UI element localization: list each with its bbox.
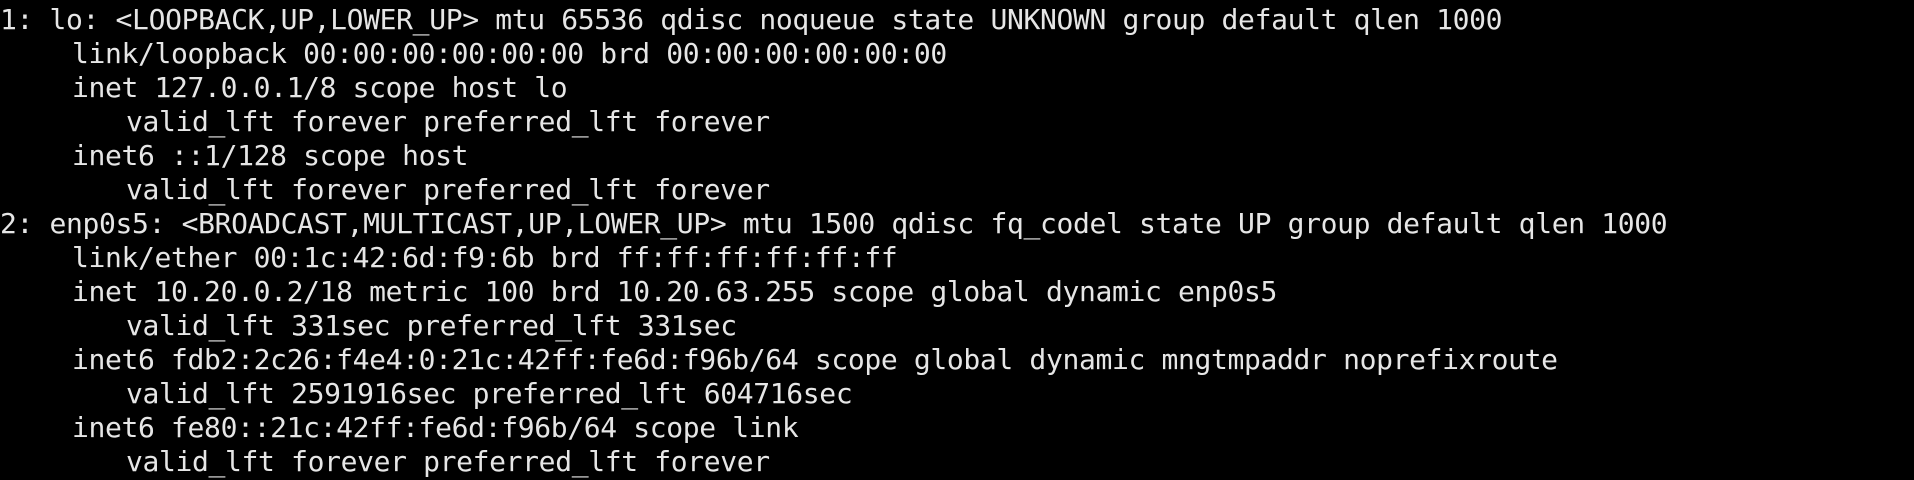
- terminal-line-inet-enp0s5: inet 10.20.0.2/18 metric 100 brd 10.20.6…: [72, 275, 1278, 308]
- terminal-line-inet-lo: inet 127.0.0.1/8 scope host lo: [72, 71, 568, 104]
- terminal-window[interactable]: 1: lo: <LOOPBACK,UP,LOWER_UP> mtu 65536 …: [0, 0, 1914, 480]
- terminal-line-lifetime-inet6-link: valid_lft forever preferred_lft forever: [126, 445, 770, 478]
- terminal-line-lifetime-lo-inet: valid_lft forever preferred_lft forever: [126, 105, 770, 138]
- terminal-line-lifetime-enp0s5-inet: valid_lft 331sec preferred_lft 331sec: [126, 309, 737, 342]
- terminal-line-inet6-global: inet6 fdb2:2c26:f4e4:0:21c:42ff:fe6d:f96…: [72, 343, 1558, 376]
- terminal-line-link-loopback: link/loopback 00:00:00:00:00:00 brd 00:0…: [72, 37, 947, 70]
- terminal-line-inet6-lo: inet6 ::1/128 scope host: [72, 139, 469, 172]
- terminal-line-lifetime-lo-inet6: valid_lft forever preferred_lft forever: [126, 173, 770, 206]
- terminal-line-lifetime-inet6-global: valid_lft 2591916sec preferred_lft 60471…: [126, 377, 853, 410]
- terminal-line-interface-enp0s5: 2: enp0s5: <BROADCAST,MULTICAST,UP,LOWER…: [0, 207, 1668, 240]
- terminal-line-inet6-link: inet6 fe80::21c:42ff:fe6d:f96b/64 scope …: [72, 411, 799, 444]
- terminal-line-interface-lo: 1: lo: <LOOPBACK,UP,LOWER_UP> mtu 65536 …: [0, 3, 1503, 36]
- terminal-line-link-ether: link/ether 00:1c:42:6d:f9:6b brd ff:ff:f…: [72, 241, 898, 274]
